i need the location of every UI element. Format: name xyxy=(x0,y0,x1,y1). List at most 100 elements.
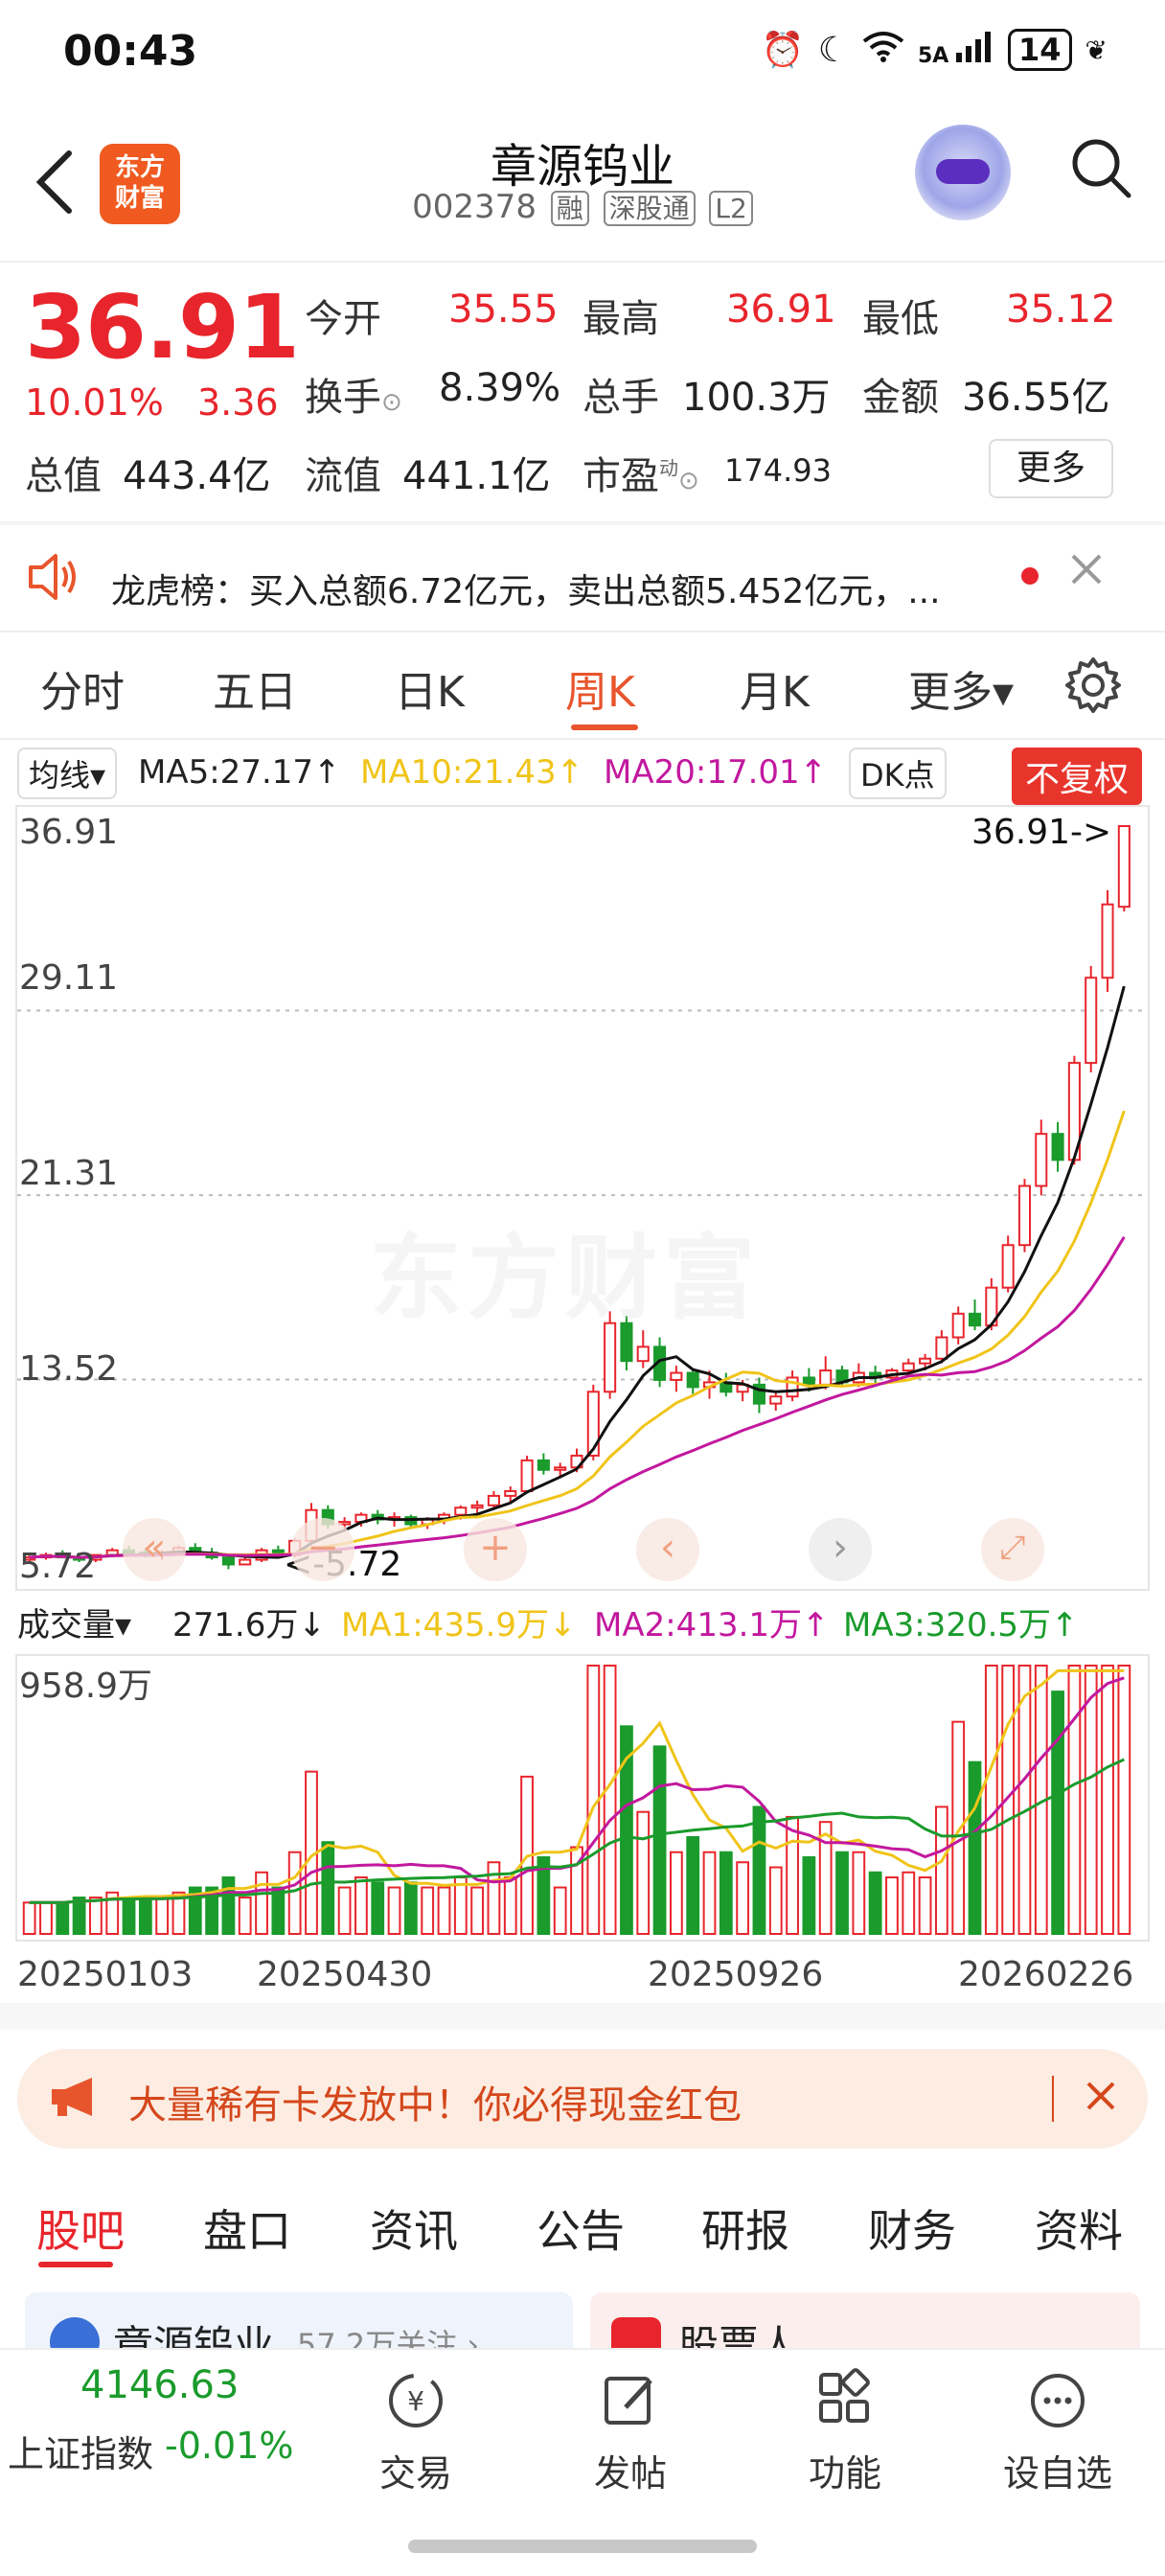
volume-bar xyxy=(686,1835,700,1935)
y-label-max: 36.91 xyxy=(19,813,119,852)
candle-body xyxy=(819,1369,833,1386)
volume-bar xyxy=(56,1901,70,1936)
gear-icon xyxy=(1065,657,1121,713)
date-label-1: 20250103 xyxy=(17,1955,194,1994)
volume-bar xyxy=(221,1876,236,1935)
volume-bar xyxy=(1017,1665,1032,1935)
tab-financials[interactable]: 财务 xyxy=(868,2196,956,2260)
tab-news[interactable]: 资讯 xyxy=(370,2196,458,2260)
tab-profile[interactable]: 资料 xyxy=(1035,2196,1123,2260)
stock-code: 002378 xyxy=(412,188,537,226)
candle-body xyxy=(504,1489,517,1497)
y-label-4: 13.52 xyxy=(19,1349,119,1389)
leaf-icon: ❦ xyxy=(1085,34,1108,66)
nav-watchlist[interactable]: 设自选 xyxy=(981,2367,1134,2496)
tab-weekly-k[interactable]: 周K xyxy=(565,657,635,719)
float-cap-label: 流值 xyxy=(305,454,381,498)
tab-forum[interactable]: 股吧 xyxy=(36,2196,125,2260)
indicator-select[interactable]: 均线▾ xyxy=(17,748,118,799)
volume-bar xyxy=(22,1901,36,1936)
turnover-value: 8.39% xyxy=(439,366,561,410)
grid-icon xyxy=(819,2368,870,2423)
volume-bar xyxy=(935,1806,948,1935)
volume-bar xyxy=(868,1871,882,1935)
volume-chart[interactable] xyxy=(15,1654,1150,1942)
tab-more[interactable]: 更多▾ xyxy=(908,657,1014,719)
dragon-tiger-notice[interactable]: 龙虎榜：买入总额6.72亿元，卖出总额5.452亿元，... xyxy=(111,564,941,613)
edit-icon xyxy=(605,2377,652,2425)
candle-body xyxy=(769,1395,783,1405)
current-price: 36.91 xyxy=(25,276,300,379)
volume-indicator-select[interactable]: 成交量▾ xyxy=(17,1598,131,1645)
header-divider xyxy=(0,261,1165,263)
tab-announcements[interactable]: 公告 xyxy=(537,2196,625,2260)
scroll-right-button[interactable]: › xyxy=(809,1518,872,1581)
trade-icon: ¥ xyxy=(389,2374,443,2427)
date-label-2: 20250430 xyxy=(257,1955,433,1994)
close-icon xyxy=(1071,554,1102,585)
nav-trade[interactable]: ¥ 交易 xyxy=(339,2367,492,2496)
index-name[interactable]: 上证指数 xyxy=(8,2425,153,2477)
volume-bar xyxy=(852,1851,866,1936)
volume-bar xyxy=(636,1810,651,1935)
dk-point-button[interactable]: DK点 xyxy=(849,748,947,799)
stock-people-icon xyxy=(611,2317,661,2350)
close-notice-button[interactable] xyxy=(1065,548,1108,602)
candle-body xyxy=(520,1459,534,1492)
tab-intraday[interactable]: 分时 xyxy=(40,657,125,719)
kline-svg xyxy=(17,825,1148,1570)
zoom-out-button[interactable]: − xyxy=(291,1518,354,1581)
close-banner-button[interactable] xyxy=(1085,2080,1117,2116)
volume-bar xyxy=(702,1851,717,1936)
zoom-in-button[interactable]: + xyxy=(464,1518,527,1581)
svg-text:¥: ¥ xyxy=(407,2385,424,2417)
candle-body xyxy=(968,1312,982,1327)
volume-bar xyxy=(138,1897,152,1936)
speaker-icon xyxy=(27,552,80,606)
index-value[interactable]: 4146.63 xyxy=(80,2363,239,2407)
volume-svg xyxy=(22,1665,1131,1936)
stock-people-card[interactable]: 股票人 xyxy=(590,2292,1140,2350)
close-icon xyxy=(1086,2082,1115,2110)
nav-post[interactable]: 发帖 xyxy=(554,2367,707,2496)
candle-body xyxy=(221,1556,235,1566)
tab-order-book[interactable]: 盘口 xyxy=(203,2196,291,2260)
volume-bar xyxy=(354,1876,368,1935)
rewind-button[interactable]: « xyxy=(123,1518,186,1581)
y-label-3: 21.31 xyxy=(19,1154,119,1193)
scroll-left-button[interactable]: ‹ xyxy=(636,1518,699,1581)
volume-bar xyxy=(786,1815,799,1936)
megaphone-icon xyxy=(48,2074,103,2124)
nav-functions[interactable]: 功能 xyxy=(768,2367,922,2496)
open-label: 今开 xyxy=(305,297,381,341)
fullscreen-button[interactable]: ⤢ xyxy=(981,1518,1044,1581)
forum-card[interactable]: 章源钨业 57.2万关注 › xyxy=(25,2292,573,2350)
assistant-robot-icon[interactable] xyxy=(915,125,1011,220)
more-quote-button[interactable]: 更多 xyxy=(989,439,1113,498)
candle-body xyxy=(1051,1133,1064,1162)
adjust-button[interactable]: 不复权 xyxy=(1012,748,1143,805)
chart-settings-button[interactable] xyxy=(1063,656,1123,719)
mktcap-value: 443.4亿 xyxy=(123,454,271,498)
candle-body xyxy=(554,1466,567,1471)
volume-bar xyxy=(885,1876,899,1935)
mktcap-label: 总值 xyxy=(25,454,102,498)
nav-watchlist-label: 设自选 xyxy=(1002,2452,1112,2495)
quote-open: 今开 xyxy=(305,288,381,343)
tab-monthly-k[interactable]: 月K xyxy=(740,657,810,719)
volume-bar xyxy=(387,1886,401,1935)
candle-body xyxy=(487,1494,500,1506)
more-dots-icon xyxy=(1031,2374,1085,2427)
volume-bar xyxy=(39,1901,53,1936)
tab-daily-k[interactable]: 日K xyxy=(395,657,465,719)
search-button[interactable] xyxy=(1067,134,1134,201)
candle-body xyxy=(1117,825,1131,908)
candle-body xyxy=(239,1558,252,1566)
candle-body xyxy=(1001,1244,1015,1289)
forum-card-followers: 57.2万关注 › xyxy=(297,2327,480,2350)
candle-body xyxy=(1035,1133,1048,1187)
tab-five-day[interactable]: 五日 xyxy=(213,657,297,719)
tab-research[interactable]: 研报 xyxy=(701,2196,789,2260)
kline-chart[interactable] xyxy=(15,805,1150,1591)
candle-body xyxy=(919,1357,932,1365)
